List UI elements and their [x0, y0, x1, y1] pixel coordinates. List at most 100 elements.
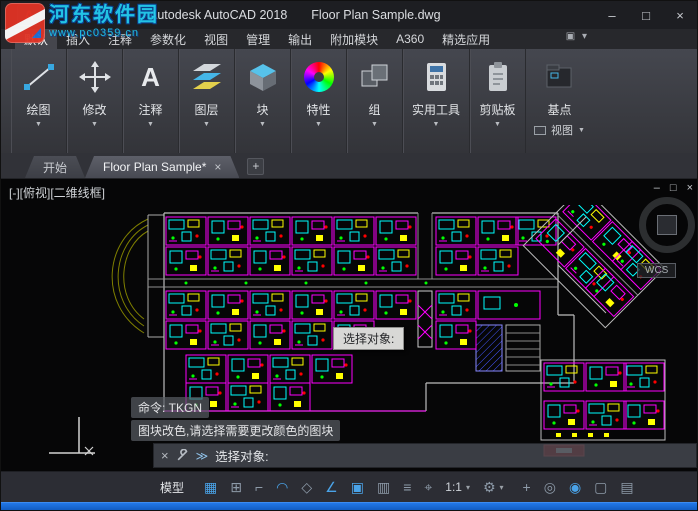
annotation-scale-button[interactable]: 1:1 ▾: [445, 480, 470, 494]
chevron-down-icon: ▼: [371, 121, 378, 128]
workspace-switch-button[interactable]: ⚙ ▾: [483, 480, 504, 494]
viewcube[interactable]: [639, 197, 695, 253]
cursor-tooltip: 选择对象:: [333, 327, 405, 350]
chevron-down-icon: ▼: [259, 121, 266, 128]
snap-mode-icon[interactable]: ⊞: [230, 480, 242, 494]
autocad-window: A Autodesk AutoCAD 2018 Floor Plan Sampl…: [0, 0, 698, 511]
grid-display-icon[interactable]: ▦: [204, 480, 217, 494]
panel-block[interactable]: 块 ▼: [235, 49, 291, 153]
ribbon-tab-a360[interactable]: A360: [387, 29, 433, 49]
drawing-close-icon[interactable]: ×: [687, 182, 693, 194]
minimize-button[interactable]: –: [595, 1, 629, 29]
draw-line-icon: [21, 55, 57, 99]
ribbon-tab-manage[interactable]: 管理: [237, 29, 279, 49]
lineweight-icon[interactable]: ≡: [403, 480, 411, 494]
bottom-accent-bar: [1, 502, 697, 510]
chevron-down-icon: ▼: [432, 121, 440, 128]
panel-label: 块: [256, 103, 269, 117]
watermark-site-name: 河东软件园: [49, 4, 159, 26]
watermark: 河东软件园 www.pc0359.cn: [5, 3, 159, 43]
chevron-down-icon: ▼: [35, 121, 42, 128]
panel-label: 修改: [82, 103, 107, 117]
panel-label: 图层: [194, 103, 219, 117]
new-tab-button[interactable]: +: [247, 158, 265, 175]
ribbon-tab-output[interactable]: 输出: [279, 29, 321, 49]
command-prompt-text[interactable]: 选择对象:: [215, 446, 268, 465]
clean-screen-icon[interactable]: ▢: [594, 480, 607, 494]
panel-label: 注释: [138, 103, 163, 117]
isolate-objects-icon[interactable]: ◎: [544, 480, 556, 494]
drawing-area[interactable]: [-][俯视][二维线框] – □ × WCS 选择对象: 命令: TKGN 图…: [1, 179, 697, 471]
panel-groups[interactable]: 组 ▼: [347, 49, 403, 153]
block-icon: [246, 55, 280, 99]
panel-clipboard[interactable]: 剪贴板 ▼: [470, 49, 527, 153]
file-tab-bar: 开始 Floor Plan Sample* × +: [1, 153, 697, 179]
transparency-icon[interactable]: ▥: [377, 480, 390, 494]
panel-utilities[interactable]: 实用工具 ▼: [403, 49, 471, 153]
viewcube-top-face[interactable]: [657, 215, 677, 235]
tab-start[interactable]: 开始: [25, 156, 85, 178]
panel-label: 视图: [551, 125, 574, 137]
panel-label: 绘图: [26, 103, 51, 117]
customization-menu-icon[interactable]: ▤: [620, 480, 633, 494]
ribbon-display-toggle[interactable]: ▣ ▾: [566, 31, 589, 42]
chevron-down-icon: ▾: [499, 482, 504, 492]
panel-label: 组: [368, 103, 381, 117]
model-space-button[interactable]: 模型: [153, 476, 191, 499]
tab-close-icon[interactable]: ×: [214, 160, 221, 174]
panel-label: 基点: [547, 103, 572, 117]
command-customize-wrench-icon[interactable]: [176, 449, 189, 462]
maximize-button[interactable]: □: [629, 1, 663, 29]
command-prompt-icon: ≫: [195, 448, 209, 463]
app-title: Autodesk AutoCAD 2018: [149, 8, 288, 22]
basepoint-icon: [543, 55, 575, 99]
panel-annotate[interactable]: A 注释 ▼: [123, 49, 179, 153]
close-button[interactable]: ×: [663, 1, 697, 29]
tab-label: Floor Plan Sample*: [103, 160, 207, 174]
groups-icon: [359, 55, 391, 99]
panel-basepoint[interactable]: 基点: [526, 49, 593, 120]
chevron-down-icon: ▼: [91, 121, 98, 128]
tab-floor-plan-sample[interactable]: Floor Plan Sample* ×: [85, 156, 239, 178]
scale-value: 1:1: [445, 480, 462, 494]
command-history-line: 图块改色,请选择需要更改颜色的图块: [131, 420, 341, 441]
ribbon-tab-view[interactable]: 视图: [195, 29, 237, 49]
panel-modify[interactable]: 修改 ▼: [67, 49, 123, 153]
gear-icon: ⚙: [482, 479, 496, 495]
window-title: Autodesk AutoCAD 2018 Floor Plan Sample.…: [149, 1, 441, 29]
clipboard-icon: [482, 55, 514, 99]
chevron-down-icon: ▼: [315, 121, 322, 128]
panel-view[interactable]: 视图 ▼: [526, 120, 593, 142]
view-panel-icon: [534, 125, 547, 135]
viewport-controls-label[interactable]: [-][俯视][二维线框]: [9, 184, 105, 201]
panel-layers[interactable]: 图层 ▼: [179, 49, 235, 153]
drawing-window-controls: – □ ×: [654, 182, 693, 194]
dynamic-input-icon[interactable]: ⌖: [424, 480, 432, 494]
annotate-icon: A: [141, 62, 160, 92]
chevron-down-icon: ▼: [147, 121, 154, 128]
drawing-restore-icon[interactable]: □: [670, 182, 677, 194]
status-bar: 模型 ▦ ⊞ ⌐ ◠ ◇ ∠ ▣ ▥ ≡ ⌖ 1:1 ▾ ⚙ ▾ + ◎ ◉ ▢…: [1, 471, 697, 502]
panel-label: 剪贴板: [479, 103, 516, 117]
annotation-monitor-icon[interactable]: +: [523, 480, 531, 494]
panel-draw[interactable]: 绘图 ▼: [11, 49, 67, 153]
graphics-performance-icon[interactable]: ◉: [569, 480, 581, 494]
object-snap-tracking-icon[interactable]: ∠: [325, 480, 338, 494]
ribbon-tab-addins[interactable]: 附加模块: [321, 29, 387, 49]
ribbon-tab-featured-apps[interactable]: 精选应用: [433, 29, 499, 49]
command-history-line: 命令: TKGN: [131, 397, 210, 418]
drawing-minimize-icon[interactable]: –: [654, 182, 660, 194]
polar-tracking-icon[interactable]: ◠: [276, 480, 288, 494]
chevron-down-icon: ▾: [465, 482, 470, 492]
ribbon: 绘图 ▼ 修改 ▼ A 注释 ▼ 图层 ▼ 块 ▼ 特性 ▼ 组 ▼ 实用工具 …: [1, 49, 697, 153]
tab-label: 开始: [43, 160, 68, 175]
command-close-icon[interactable]: ×: [161, 448, 169, 463]
ucs-icon: [49, 417, 95, 456]
wcs-selector[interactable]: WCS: [637, 263, 677, 278]
command-line[interactable]: × ≫ 选择对象:: [153, 443, 697, 468]
properties-wheel-icon: [303, 62, 334, 92]
panel-properties[interactable]: 特性 ▼: [291, 49, 347, 153]
isometric-drafting-icon[interactable]: ◇: [301, 480, 312, 494]
object-snap-icon[interactable]: ▣: [351, 480, 364, 494]
ortho-mode-icon[interactable]: ⌐: [255, 480, 263, 494]
